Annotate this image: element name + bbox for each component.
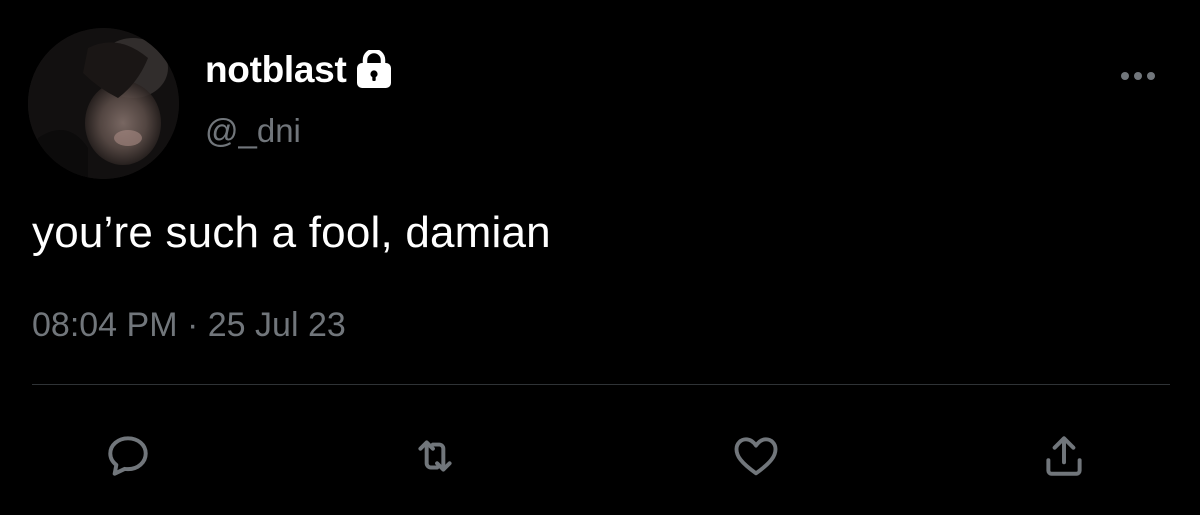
tweet-card: notblast @_dni you’re such a fool, damia… (0, 0, 1200, 515)
meta-separator: · (186, 306, 199, 344)
reply-button[interactable] (98, 428, 158, 484)
tweet-text: you’re such a fool, damian (32, 208, 551, 257)
retweet-icon (418, 440, 452, 472)
avatar[interactable] (28, 28, 179, 179)
author-name-row: notblast (205, 48, 394, 92)
tweet-date[interactable]: 25 Jul 23 (208, 306, 346, 344)
like-button[interactable] (726, 428, 786, 484)
more-options-icon[interactable] (1116, 62, 1160, 90)
tweet-meta: 08:04 PM · 25 Jul 23 (32, 306, 346, 345)
heart-icon (734, 437, 778, 476)
share-icon (1046, 436, 1082, 476)
tweet-time[interactable]: 08:04 PM (32, 306, 178, 344)
retweet-button[interactable] (405, 428, 465, 484)
author-handle[interactable]: @_dni (205, 112, 301, 150)
avatar-photo (28, 28, 179, 179)
comment-icon (108, 436, 148, 476)
divider (32, 384, 1170, 385)
display-name[interactable]: notblast (205, 49, 347, 91)
lock-icon (354, 48, 394, 90)
share-button[interactable] (1034, 428, 1094, 484)
